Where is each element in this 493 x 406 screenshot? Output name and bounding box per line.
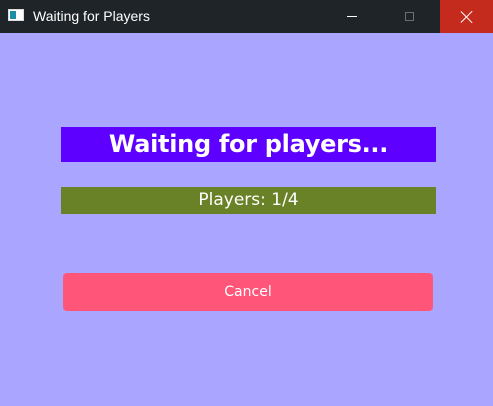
maximize-button[interactable] — [386, 0, 432, 33]
minimize-icon — [347, 16, 357, 17]
cancel-button[interactable]: Cancel — [63, 273, 433, 311]
waiting-window: Waiting for Players Waiting for players.… — [0, 0, 493, 406]
players-count-label: Players: 1/4 — [61, 187, 436, 214]
window-app-icon — [8, 9, 24, 21]
title-bar[interactable]: Waiting for Players — [0, 0, 493, 33]
minimize-button[interactable] — [329, 0, 375, 33]
close-button[interactable] — [440, 0, 493, 33]
window-title: Waiting for Players — [33, 8, 150, 24]
waiting-heading: Waiting for players... — [61, 127, 436, 162]
maximize-icon — [404, 12, 414, 21]
close-icon — [460, 10, 474, 24]
